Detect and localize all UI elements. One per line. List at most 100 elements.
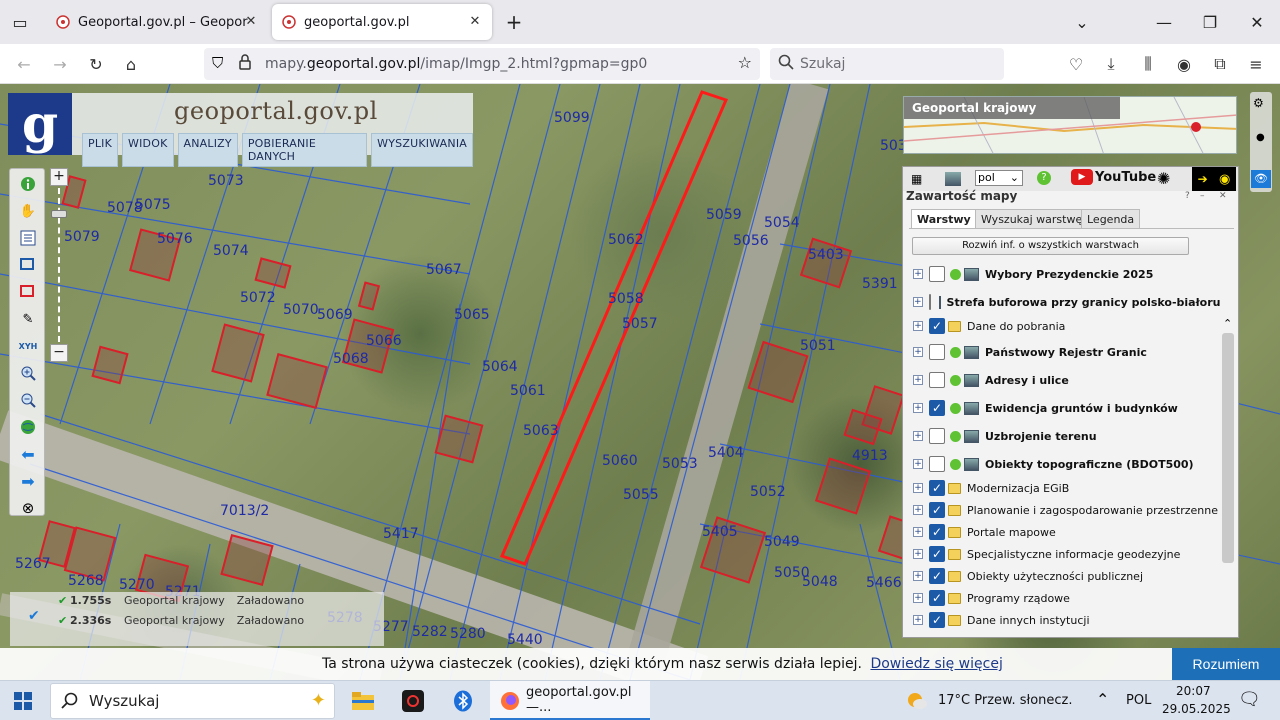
layer-row[interactable]: + ✓ Planowanie i zagospodarowanie przestrz…: [903, 499, 1221, 521]
zoom-handle[interactable]: [51, 210, 67, 218]
close-tab-icon[interactable]: ✕: [242, 13, 260, 31]
layer-checkbox[interactable]: [929, 372, 945, 388]
menu-plik[interactable]: PLIK: [82, 133, 119, 167]
url-bar[interactable]: ⛉ mapy.geoportal.gov.pl/imap/Imgp_2.html…: [204, 48, 760, 80]
wms-icon[interactable]: [945, 172, 961, 186]
expand-plus-icon[interactable]: +: [913, 459, 923, 469]
dot-icon[interactable]: ●: [1256, 132, 1265, 143]
taskbar-firefox-app[interactable]: geoportal.gov.pl —...: [490, 681, 650, 720]
layer-row[interactable]: + Obiekty topograficzne (BDOT500): [903, 453, 1221, 475]
expand-plus-icon[interactable]: +: [913, 593, 923, 603]
layer-row[interactable]: + ✓ Programy rządowe: [903, 587, 1221, 609]
layer-row[interactable]: + Adresy i ulice: [903, 369, 1221, 391]
notifications-icon[interactable]: 🗨: [1238, 689, 1261, 710]
layer-checkbox[interactable]: [929, 456, 945, 472]
youtube-link[interactable]: ▶ YouTube: [1071, 169, 1156, 185]
layer-checkbox[interactable]: [929, 428, 945, 444]
expand-plus-icon[interactable]: +: [913, 403, 923, 413]
layer-row[interactable]: + ✓ Modernizacja EGiB: [903, 477, 1221, 499]
layer-row[interactable]: + ✓ Dane innych instytucji: [903, 609, 1221, 631]
weather-icon[interactable]: [906, 690, 928, 712]
expand-plus-icon[interactable]: +: [913, 297, 923, 307]
scroll-up-icon[interactable]: ⌃: [1223, 317, 1232, 330]
overview-map[interactable]: Geoportal krajowy: [903, 96, 1237, 154]
forward-icon[interactable]: →: [46, 50, 74, 78]
account-icon[interactable]: ◉: [1170, 50, 1198, 78]
zoom-plus-button[interactable]: +: [50, 168, 68, 186]
scroll-thumb[interactable]: [1222, 333, 1234, 563]
tray-chevron-up-icon[interactable]: ⌃: [1096, 690, 1109, 709]
accessibility-icon[interactable]: ✺: [1157, 169, 1170, 188]
layer-checkbox[interactable]: ✓: [929, 502, 945, 518]
info-icon[interactable]: [17, 173, 39, 195]
app-icon[interactable]: [398, 686, 428, 716]
tab-warstwy[interactable]: Warstwy: [911, 209, 977, 229]
layer-row[interactable]: + ✓ Specjalistyczne informacje geodezyjne: [903, 543, 1221, 565]
pencil-icon[interactable]: ✎: [17, 308, 39, 330]
menu-analizy[interactable]: ANALIZY: [177, 133, 238, 167]
search-input[interactable]: Szukaj: [770, 48, 1004, 80]
expand-plus-icon[interactable]: +: [913, 483, 923, 493]
expand-plus-icon[interactable]: +: [913, 431, 923, 441]
bookmark-star-icon[interactable]: ☆: [738, 53, 752, 72]
zoom-out-icon[interactable]: [17, 389, 39, 411]
expand-plus-icon[interactable]: +: [913, 375, 923, 385]
expand-plus-icon[interactable]: +: [913, 269, 923, 279]
tab-legenda[interactable]: Legenda: [1081, 209, 1141, 229]
new-tab-icon[interactable]: +: [500, 8, 528, 36]
layer-checkbox[interactable]: ✓: [929, 590, 945, 606]
expand-all-button[interactable]: Rozwiń inf. o wszystkich warstwach: [912, 237, 1189, 255]
menu-widok[interactable]: WIDOK: [122, 133, 174, 167]
downloads-icon[interactable]: ⤓: [1097, 50, 1125, 78]
globe-icon[interactable]: [17, 416, 39, 438]
arrow-back-icon[interactable]: ⬅: [17, 443, 39, 465]
chevron-down-icon[interactable]: ⌄: [1068, 8, 1096, 36]
select-red-icon[interactable]: [17, 281, 39, 303]
layer-row[interactable]: + ✓ Ewidencja gruntów i budynków: [903, 397, 1221, 419]
layer-checkbox[interactable]: ✓: [929, 546, 945, 562]
minimize-icon[interactable]: —: [1150, 8, 1178, 36]
layer-row[interactable]: + ✓ Portale mapowe: [903, 521, 1221, 543]
layer-row[interactable]: + ✓ Obiekty użyteczności publicznej: [903, 565, 1221, 587]
xyh-coordinates-icon[interactable]: XYH: [17, 335, 39, 357]
layer-checkbox[interactable]: ✓: [929, 318, 945, 334]
menu-icon[interactable]: ≡: [1242, 50, 1270, 78]
layer-checkbox[interactable]: ✓: [929, 400, 945, 416]
tab-list-icon[interactable]: ▭: [6, 8, 34, 36]
help-icon[interactable]: ?: [1037, 171, 1051, 185]
expand-plus-icon[interactable]: +: [913, 571, 923, 581]
reload-icon[interactable]: ↻: [82, 50, 110, 78]
zoom-minus-button[interactable]: −: [50, 344, 68, 362]
lock-icon[interactable]: [238, 53, 252, 75]
layer-checkbox[interactable]: [929, 344, 945, 360]
home-icon[interactable]: ⌂: [117, 50, 145, 78]
eye-icon[interactable]: 👁: [1251, 170, 1271, 188]
layer-row[interactable]: + Strefa buforowa przy granicy polsko-bia…: [903, 291, 1221, 313]
bluetooth-icon[interactable]: [448, 686, 478, 716]
close-tab-icon[interactable]: ✕: [466, 13, 484, 31]
expand-plus-icon[interactable]: +: [913, 505, 923, 515]
layer-row[interactable]: + ✓ Dane do pobrania: [903, 315, 1221, 337]
windows-start-icon[interactable]: [8, 686, 38, 716]
layer-checkbox[interactable]: ✓: [929, 480, 945, 496]
input-language[interactable]: POL: [1126, 693, 1151, 708]
weather-text[interactable]: 17°C Przew. słonecz.: [938, 693, 1073, 708]
zoom-in-icon[interactable]: [17, 362, 39, 384]
menu-pobieranie-danych[interactable]: POBIERANIE DANYCH: [241, 133, 368, 167]
tab-wyszukaj-warstwe[interactable]: Wyszukaj warstwę: [975, 209, 1089, 229]
layer-checkbox[interactable]: ✓: [929, 612, 945, 628]
panel-help-icon[interactable]: ?: [1185, 191, 1190, 201]
settings-icon[interactable]: ⚙: [1253, 96, 1264, 110]
reset-icon[interactable]: ⊗: [17, 497, 39, 519]
layer-row[interactable]: + Państwowy Rejestr Granic: [903, 341, 1221, 363]
select-blue-icon[interactable]: [17, 254, 39, 276]
expand-plus-icon[interactable]: +: [913, 549, 923, 559]
menu-wyszukiwania[interactable]: WYSZUKIWANIA: [371, 133, 473, 167]
extensions-icon[interactable]: ⧉: [1206, 50, 1234, 78]
layer-row[interactable]: + Uzbrojenie terenu: [903, 425, 1221, 447]
zoom-slider[interactable]: + −: [50, 168, 68, 362]
expand-plus-icon[interactable]: +: [913, 321, 923, 331]
cookie-accept-button[interactable]: Rozumiem: [1172, 648, 1280, 680]
shield-icon[interactable]: ⛉: [212, 54, 223, 72]
expand-plus-icon[interactable]: +: [913, 615, 923, 625]
